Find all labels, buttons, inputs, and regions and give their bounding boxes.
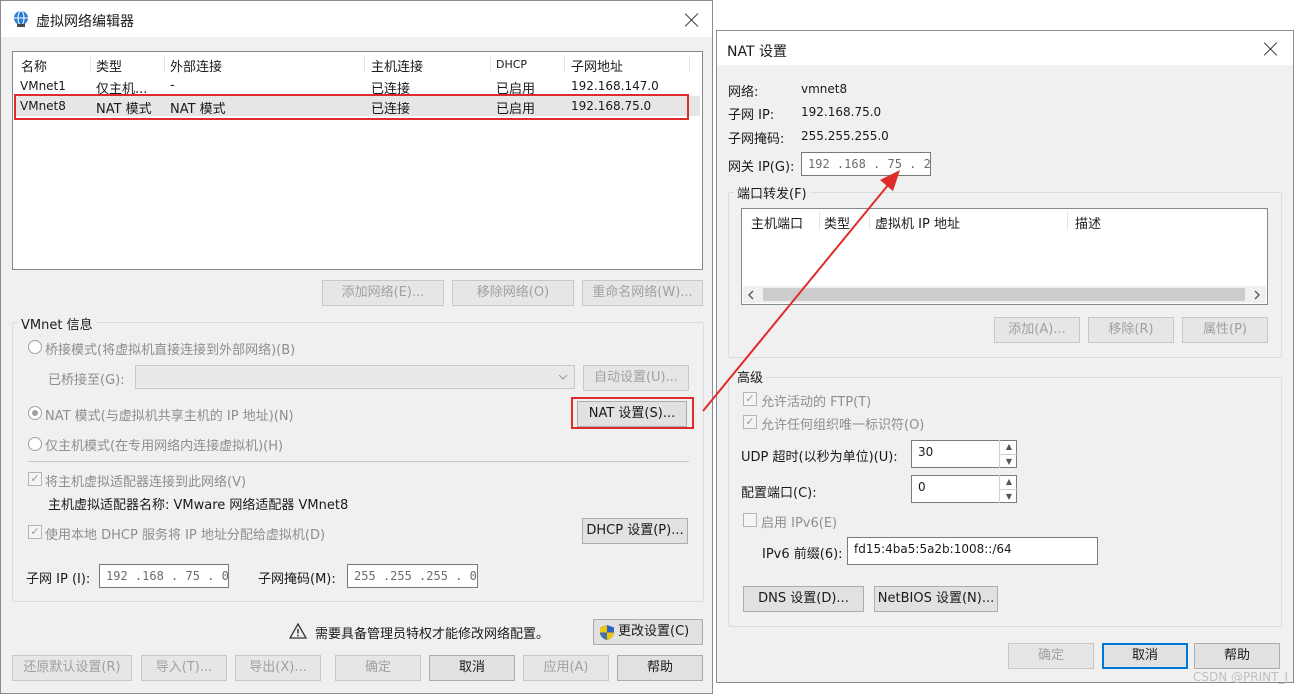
watermark-text: CSDN @PRINT_I [1193,670,1288,684]
annotation-arrow [702,170,900,412]
